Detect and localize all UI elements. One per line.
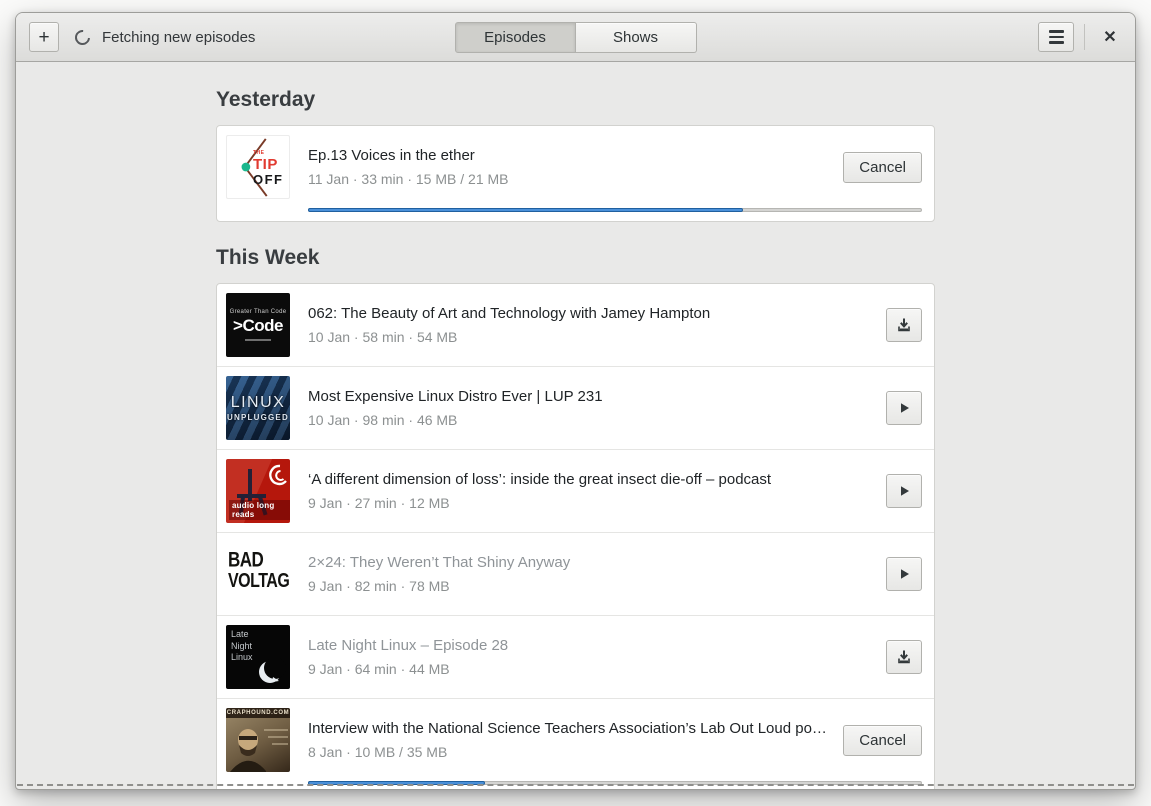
episode-title: Most Expensive Linux Distro Ever | LUP 2…	[308, 388, 603, 405]
episode-row[interactable]: THE TIP OFF Ep.13 Voices in the ether 11…	[217, 126, 934, 221]
episode-meta: 9 Jan · 64 min · 44 MB	[308, 661, 450, 677]
podcast-cover-greater-than-code: Greater Than Code >Code	[226, 293, 290, 357]
play-icon	[901, 569, 909, 579]
play-icon	[901, 403, 909, 413]
spinner-icon	[71, 26, 94, 48]
craphound-banner: CRAPHOUND.COM	[226, 708, 290, 718]
tab-episodes[interactable]: Episodes	[454, 22, 576, 53]
episode-meta: 10 Jan · 98 min · 46 MB	[308, 412, 458, 428]
yesterday-card: THE TIP OFF Ep.13 Voices in the ether 11…	[216, 125, 935, 222]
episode-meta: 9 Jan · 27 min · 12 MB	[308, 495, 450, 511]
cancel-download-button[interactable]: Cancel	[843, 151, 922, 183]
this-week-card: Greater Than Code >Code 062: The Beauty …	[216, 283, 935, 789]
download-progressbar	[308, 781, 922, 785]
podcast-cover-audio-long-reads: audio long reads	[226, 459, 290, 523]
podcast-cover-linux-unplugged: LINUX UNPLUGGED	[226, 376, 290, 440]
episode-meta: 11 Jan · 33 min · 15 MB / 21 MB	[308, 171, 509, 187]
episode-title: Interview with the National Science Teac…	[308, 720, 830, 737]
play-button[interactable]	[886, 391, 922, 425]
audio-long-reads-label: audio long reads	[229, 500, 290, 520]
podcast-cover-craphound: CRAPHOUND.COM	[226, 708, 290, 772]
download-button[interactable]	[886, 308, 922, 342]
cancel-download-button[interactable]: Cancel	[843, 724, 922, 756]
app-window: + Fetching new episodes Episodes Shows ✕…	[15, 12, 1136, 790]
close-icon: ✕	[1103, 29, 1117, 46]
menu-button[interactable]	[1038, 22, 1074, 52]
status-text: Fetching new episodes	[102, 28, 256, 46]
section-title-yesterday: Yesterday	[216, 88, 316, 111]
episodes-view: Yesterday THE TIP OFF Ep.13 Voices in th…	[16, 62, 1135, 789]
tab-shows[interactable]: Shows	[575, 22, 697, 53]
play-button[interactable]	[886, 557, 922, 591]
episode-row[interactable]: BAD VOLTAGE 2×24: They Weren’t That Shin…	[217, 532, 934, 615]
download-progressbar	[308, 208, 922, 212]
header-right: ✕	[1038, 22, 1125, 52]
download-button[interactable]	[886, 640, 922, 674]
episode-row[interactable]: audio long reads ‘A different dimension …	[217, 449, 934, 532]
play-button[interactable]	[886, 474, 922, 508]
download-icon	[898, 650, 910, 664]
episode-row[interactable]: Late Night Linux Late Night Linux – Epis…	[217, 615, 934, 698]
episode-meta: 10 Jan · 58 min · 54 MB	[308, 329, 458, 345]
episode-title: Ep.13 Voices in the ether	[308, 147, 475, 164]
episode-title: Late Night Linux – Episode 28	[308, 637, 509, 654]
progress-fill	[308, 781, 486, 785]
add-podcast-button[interactable]: +	[29, 22, 59, 52]
play-icon	[901, 486, 909, 496]
header-separator	[1084, 24, 1085, 50]
podcast-cover-the-tip-off: THE TIP OFF	[226, 135, 290, 199]
headerbar: + Fetching new episodes Episodes Shows ✕	[16, 13, 1135, 62]
podcast-cover-bad-voltage: BAD VOLTAGE	[226, 542, 290, 606]
episode-title: ‘A different dimension of loss’: inside …	[308, 471, 772, 488]
view-switcher: Episodes Shows	[454, 22, 697, 53]
episode-title: 062: The Beauty of Art and Technology wi…	[308, 305, 711, 322]
episode-meta: 8 Jan · 10 MB / 35 MB	[308, 744, 448, 760]
progress-fill	[308, 208, 743, 212]
episode-row[interactable]: LINUX UNPLUGGED Most Expensive Linux Dis…	[217, 366, 934, 449]
download-icon	[898, 318, 910, 332]
episode-title: 2×24: They Weren’t That Shiny Anyway	[308, 554, 571, 571]
plus-icon: +	[38, 26, 50, 48]
podcast-cover-late-night-linux: Late Night Linux	[226, 625, 290, 689]
episode-row[interactable]: CRAPHOUND.COM Interview with the Nationa…	[217, 698, 934, 789]
episode-meta: 9 Jan · 82 min · 78 MB	[308, 578, 450, 594]
episode-row[interactable]: Greater Than Code >Code 062: The Beauty …	[217, 284, 934, 366]
close-window-button[interactable]: ✕	[1095, 22, 1125, 52]
hamburger-menu-icon	[1048, 30, 1064, 33]
section-title-this-week: This Week	[216, 246, 320, 269]
crescent-moon-icon	[259, 657, 286, 683]
